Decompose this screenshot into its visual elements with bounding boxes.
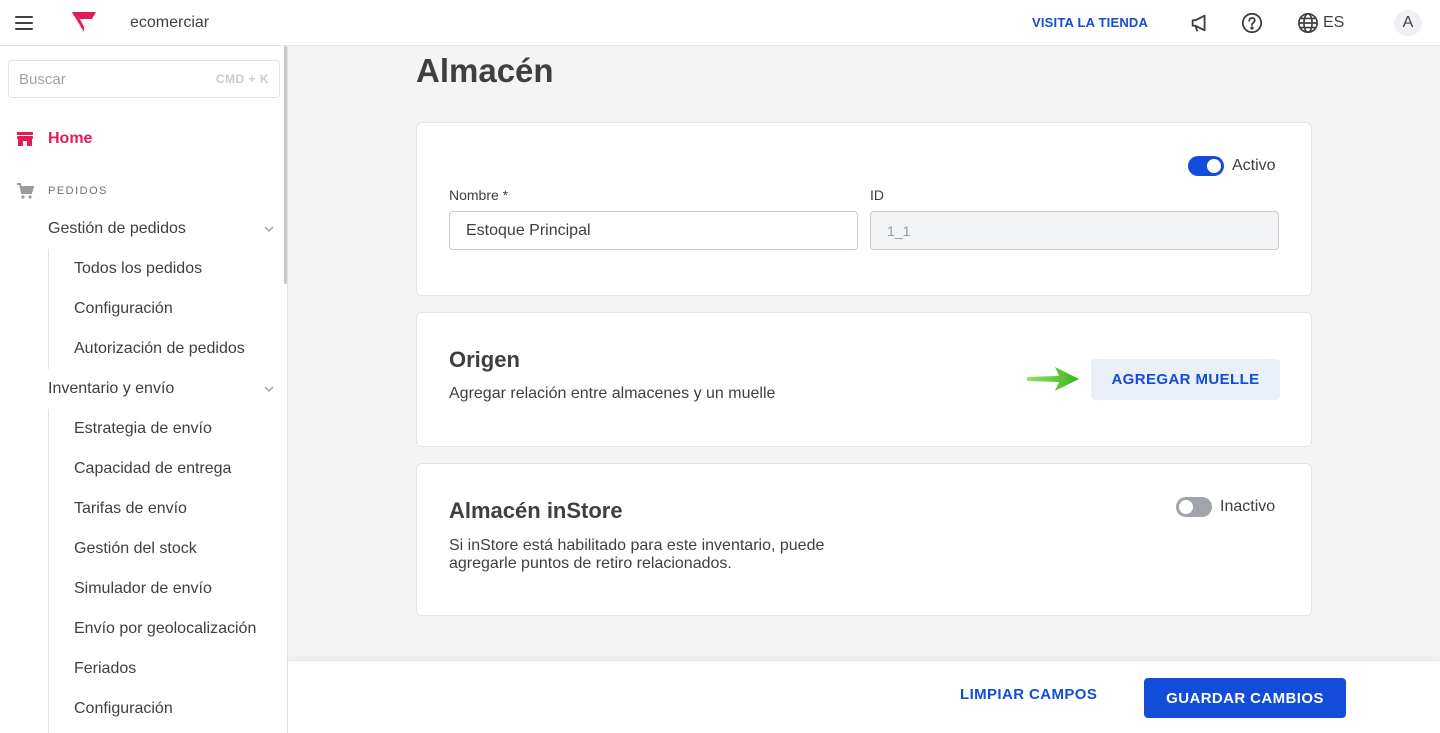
- active-toggle[interactable]: [1188, 156, 1224, 176]
- sidebar-item-shipping-rates[interactable]: Tarifas de envío: [74, 500, 187, 518]
- page-title: Almacén: [416, 52, 554, 89]
- section-label: PEDIDOS: [48, 185, 109, 197]
- origin-description: Agregar relación entre almacenes y un mu…: [449, 385, 776, 402]
- sidebar-item-label: Home: [48, 130, 93, 147]
- add-dock-button[interactable]: AGREGAR MUELLE: [1091, 359, 1280, 400]
- name-field[interactable]: [449, 211, 858, 250]
- search-placeholder: Buscar: [19, 70, 66, 88]
- sidebar-item-shipping-strategy[interactable]: Estrategia de envío: [74, 420, 212, 438]
- instore-card: Almacén inStore Si inStore está habilita…: [416, 463, 1312, 616]
- logo-icon[interactable]: [70, 10, 98, 34]
- instore-description: Si inStore está habilitado para este inv…: [449, 537, 825, 572]
- clear-fields-button[interactable]: LIMPIAR CAMPOS: [960, 686, 1097, 703]
- search-shortcut: CMD + K: [215, 72, 269, 86]
- toggle-knob: [1179, 500, 1193, 514]
- search-input[interactable]: Buscar CMD + K: [8, 60, 280, 98]
- sidebar-item-order-authorization[interactable]: Autorización de pedidos: [74, 340, 245, 358]
- toggle-knob: [1207, 159, 1221, 173]
- top-bar: ecomerciar VISITA LA TIENDA ES A: [0, 0, 1440, 46]
- sidebar-item-delivery-capacity[interactable]: Capacidad de entrega: [74, 460, 231, 478]
- id-field: [870, 211, 1279, 250]
- name-label: Nombre *: [449, 187, 509, 203]
- submenu-rail: [48, 249, 49, 369]
- footer-actions: LIMPIAR CAMPOS GUARDAR CAMBIOS: [288, 660, 1440, 733]
- sidebar-item-shipping-settings[interactable]: Configuración: [74, 700, 173, 718]
- avatar[interactable]: A: [1394, 10, 1422, 36]
- id-label: ID: [870, 187, 884, 203]
- sidebar-item-holidays[interactable]: Feriados: [74, 660, 136, 678]
- sidebar-item-all-orders[interactable]: Todos los pedidos: [74, 260, 202, 278]
- submenu-rail: [48, 409, 49, 733]
- chevron-down-icon[interactable]: [262, 382, 276, 396]
- active-label: Activo: [1232, 157, 1276, 174]
- language-selector[interactable]: ES: [1297, 12, 1344, 34]
- menu-icon[interactable]: [14, 14, 34, 32]
- instore-toggle[interactable]: [1176, 497, 1212, 517]
- sidebar-item-order-settings[interactable]: Configuración: [74, 300, 173, 318]
- megaphone-icon[interactable]: [1189, 12, 1211, 34]
- sidebar-item-geolocation-shipping[interactable]: Envío por geolocalización: [74, 620, 256, 638]
- origin-title: Origen: [449, 347, 520, 372]
- sidebar-group-inventory-shipping[interactable]: Inventario y envío: [48, 380, 174, 398]
- globe-icon: [1298, 13, 1318, 33]
- sidebar-section-pedidos: PEDIDOS: [16, 182, 108, 200]
- sidebar-group-order-management[interactable]: Gestión de pedidos: [48, 220, 186, 238]
- save-changes-button[interactable]: GUARDAR CAMBIOS: [1144, 678, 1346, 718]
- instore-toggle-label: Inactivo: [1220, 498, 1276, 515]
- store-name: ecomerciar: [130, 14, 210, 31]
- sidebar-scrollbar[interactable]: [284, 46, 287, 284]
- store-icon: [17, 132, 33, 146]
- sidebar: Buscar CMD + K Home PEDIDOS Gestión de p…: [0, 46, 288, 733]
- visit-store-link[interactable]: VISITA LA TIENDA: [1032, 15, 1148, 30]
- instore-title: Almacén inStore: [449, 498, 623, 523]
- language-code: ES: [1323, 14, 1345, 31]
- chevron-down-icon[interactable]: [262, 222, 276, 236]
- sidebar-item-stock-management[interactable]: Gestión del stock: [74, 540, 197, 558]
- cart-icon: [17, 183, 34, 199]
- arrow-right-icon: [1027, 367, 1079, 391]
- sidebar-item-shipping-simulator[interactable]: Simulador de envío: [74, 580, 212, 598]
- origin-card: Origen Agregar relación entre almacenes …: [416, 312, 1312, 447]
- sidebar-item-home[interactable]: Home: [16, 130, 92, 148]
- help-icon[interactable]: [1241, 12, 1263, 34]
- general-card: Activo Nombre * ID: [416, 122, 1312, 296]
